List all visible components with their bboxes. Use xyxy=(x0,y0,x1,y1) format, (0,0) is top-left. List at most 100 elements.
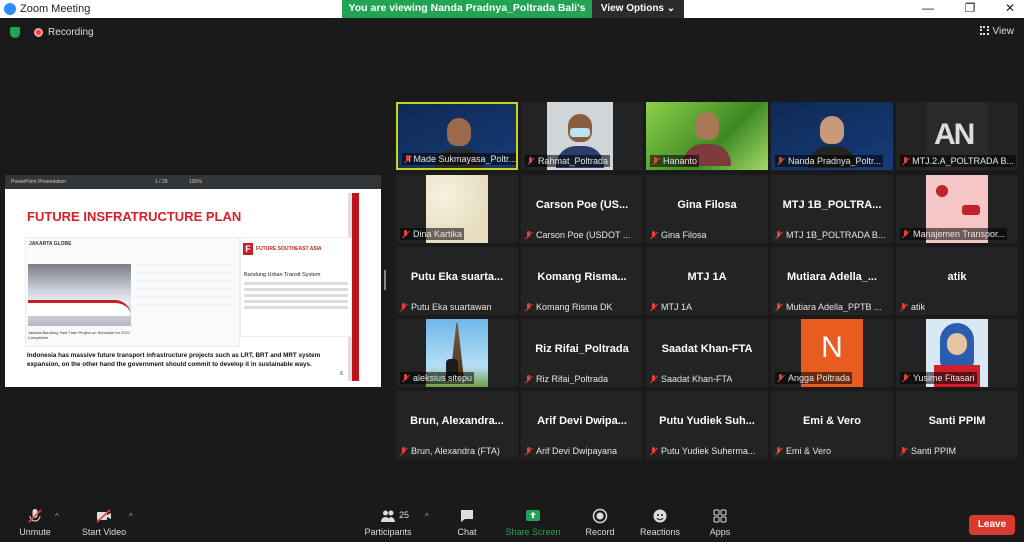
participant-tile[interactable]: MTJ 1B_POLTRA... MTJ 1B_POLTRADA B... xyxy=(771,175,893,243)
chat-button[interactable]: Chat xyxy=(432,508,502,537)
participant-name: Hananto xyxy=(663,156,698,166)
mic-muted-icon xyxy=(650,230,657,240)
participant-name-label: I Made Sukmayasa_Poltr... xyxy=(402,153,516,165)
share-screen-button[interactable]: Share Screen xyxy=(498,508,568,537)
participant-display-name: Emi & Vero xyxy=(802,415,862,427)
participant-tile[interactable]: Nanda Pradnya_Poltr... xyxy=(771,102,893,170)
restore-button[interactable]: ❐ xyxy=(955,1,985,15)
participant-tile[interactable]: Saadat Khan-FTA Saadat Khan-FTA xyxy=(646,319,768,387)
participant-name: Riz Rifai_Poltrada xyxy=(536,374,609,384)
participant-name: Putu Eka suartawan xyxy=(411,302,492,312)
participant-name-label: MTJ.2.A_POLTRADA B... xyxy=(900,155,1016,167)
record-icon xyxy=(592,508,608,524)
participant-name: Dina Kartika xyxy=(413,229,463,239)
participant-display-name: Arif Devi Dwipa... xyxy=(537,415,627,427)
chat-icon xyxy=(461,510,473,522)
participant-tile[interactable]: I Made Sukmayasa_Poltr... xyxy=(396,102,518,170)
participant-name-label: Hananto xyxy=(650,155,700,167)
participant-name-label: Putu Yudiek Suherma... xyxy=(650,446,755,456)
video-off-icon xyxy=(96,509,111,523)
participant-tile[interactable]: atik atik xyxy=(896,247,1018,315)
mic-muted-icon xyxy=(650,374,657,384)
view-options-button[interactable]: View Options ⌄ xyxy=(592,0,684,18)
participant-tile[interactable]: Santi PPIM Santi PPIM xyxy=(896,391,1018,459)
participant-name: I Made Sukmayasa_Poltr... xyxy=(408,154,516,164)
participant-name: Komang Risma DK xyxy=(536,302,613,312)
participant-tile[interactable]: AN MTJ.2.A_POLTRADA B... xyxy=(896,102,1018,170)
view-button[interactable]: View xyxy=(979,26,1015,37)
view-label: View xyxy=(992,26,1015,37)
participant-name: Putu Yudiek Suherma... xyxy=(661,446,756,456)
participant-name-label: Carson Poe (USDOT ... xyxy=(525,230,630,240)
start-video-label: Start Video xyxy=(81,527,127,537)
reactions-label: Reactions xyxy=(639,527,681,537)
close-button[interactable]: ✕ xyxy=(995,1,1024,15)
participant-tile[interactable]: Mutiara Adella_... Mutiara Adella_PPTB ..… xyxy=(771,247,893,315)
shared-ppt-page: 1 / 29 xyxy=(155,179,168,185)
reactions-icon xyxy=(653,509,667,523)
participant-tile[interactable]: Emi & Vero Emi & Vero xyxy=(771,391,893,459)
participant-tile[interactable]: Gina Filosa Gina Filosa xyxy=(646,175,768,243)
security-shield-icon[interactable] xyxy=(10,27,20,38)
share-screen-icon xyxy=(526,510,540,521)
participant-tile[interactable]: Dina Kartika xyxy=(396,175,518,243)
mic-muted-icon xyxy=(650,446,657,456)
audio-options-caret[interactable]: ^ xyxy=(55,512,59,521)
recording-icon xyxy=(34,28,43,37)
participant-name-label: Santi PPIM xyxy=(900,446,956,456)
mic-muted-icon xyxy=(652,156,659,166)
participant-name: Gina Filosa xyxy=(661,230,707,240)
fsa-article-lines xyxy=(244,282,348,312)
participant-tile[interactable]: Yusime Fitasari xyxy=(896,319,1018,387)
mic-muted-icon xyxy=(775,230,782,240)
participant-tile[interactable]: aleksius sitepu xyxy=(396,319,518,387)
jakarta-globe-logo: JAKARTA GLOBE xyxy=(29,241,72,247)
mic-muted-icon xyxy=(902,229,909,239)
participant-name: MTJ 1B_POLTRADA B... xyxy=(786,230,886,240)
participant-name: Santi PPIM xyxy=(911,446,957,456)
participant-tile[interactable]: Komang Risma... Komang Risma DK xyxy=(521,247,643,315)
participant-name: Yusime Fitasari xyxy=(913,373,975,383)
shared-ppt-title: PowerPoint Presentation xyxy=(11,179,67,185)
participant-name-label: Yusime Fitasari xyxy=(900,372,977,384)
participant-tile[interactable]: Carson Poe (US... Carson Poe (USDOT ... xyxy=(521,175,643,243)
record-label: Record xyxy=(585,527,615,537)
participant-display-name: atik xyxy=(947,271,967,283)
participant-display-name: Gina Filosa xyxy=(677,199,737,211)
participant-tile[interactable]: Manajemen Transpor... xyxy=(896,175,1018,243)
participant-tile[interactable]: MTJ 1A MTJ 1A xyxy=(646,247,768,315)
participant-name: atik xyxy=(911,302,926,312)
participant-tile[interactable]: Arif Devi Dwipa... Arif Devi Dwipayana xyxy=(521,391,643,459)
participant-tile[interactable]: Riz Rifai_Poltrada Riz Rifai_Poltrada xyxy=(521,319,643,387)
participant-name-label: Dina Kartika xyxy=(400,228,465,240)
shared-screen: PowerPoint Presentation 1 / 29 100% FUTU… xyxy=(5,175,381,387)
leave-button[interactable]: Leave xyxy=(969,515,1015,535)
participants-options-caret[interactable]: ^ xyxy=(425,512,429,521)
participant-tile[interactable]: Putu Eka suarta... Putu Eka suartawan xyxy=(396,247,518,315)
participant-display-name: Putu Yudiek Suh... xyxy=(659,415,755,427)
mic-muted-icon xyxy=(402,373,409,383)
split-resize-handle[interactable] xyxy=(384,270,386,290)
participant-tile[interactable]: Brun, Alexandra... Brun, Alexandra (FTA) xyxy=(396,391,518,459)
unmute-label: Unmute xyxy=(19,527,51,537)
participant-tile[interactable]: Hananto xyxy=(646,102,768,170)
participant-display-name: Santi PPIM xyxy=(928,415,986,427)
participant-name-label: MTJ 1B_POLTRADA B... xyxy=(775,230,885,240)
mic-muted-icon xyxy=(777,156,784,166)
participant-tile[interactable]: Rahmat_Poltrada xyxy=(521,102,643,170)
participant-display-name: MTJ 1A xyxy=(687,271,727,283)
participants-button[interactable]: Participants xyxy=(353,508,423,537)
participant-tile[interactable]: Putu Yudiek Suh... Putu Yudiek Suherma... xyxy=(646,391,768,459)
video-options-caret[interactable]: ^ xyxy=(129,512,133,521)
participants-count: 25 xyxy=(399,510,410,520)
participant-tile[interactable]: N Angga Poltrada xyxy=(771,319,893,387)
participant-display-name: Carson Poe (US... xyxy=(535,199,629,211)
minimize-button[interactable]: — xyxy=(913,1,943,15)
participant-name: MTJ 1A xyxy=(661,302,693,312)
train-nose-image xyxy=(28,300,131,316)
news-caption: Jakarta-Bandung Fast Train Project on Sc… xyxy=(28,330,131,340)
participant-name: Brun, Alexandra (FTA) xyxy=(411,446,500,456)
apps-button[interactable]: Apps xyxy=(685,508,755,537)
participant-name-label: Riz Rifai_Poltrada xyxy=(525,374,608,384)
unmute-button[interactable]: Unmute xyxy=(0,508,70,537)
